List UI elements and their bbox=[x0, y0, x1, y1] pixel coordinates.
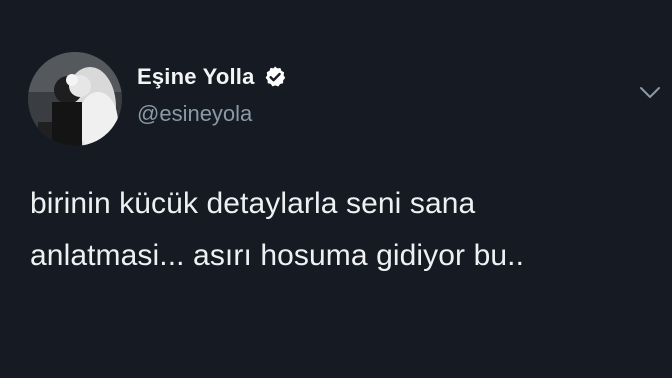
tweet-text-line: birinin kücük detaylarla seni sana bbox=[30, 187, 476, 220]
chevron-down-icon[interactable] bbox=[639, 86, 661, 100]
verified-badge-icon bbox=[263, 65, 287, 89]
avatar[interactable] bbox=[28, 52, 122, 146]
tweet-text: birinin kücük detaylarla seni sana anlat… bbox=[30, 178, 650, 282]
display-name[interactable]: Eşine Yolla bbox=[137, 64, 255, 90]
author-name-row: Eşine Yolla bbox=[137, 64, 287, 90]
avatar-photo bbox=[28, 52, 122, 146]
tweet-card: Eşine Yolla @esineyola birinin kücük det… bbox=[0, 0, 672, 378]
tweet-text-line: anlatmasi... asırı hosuma gidiyor bu.. bbox=[30, 239, 525, 272]
author-handle[interactable]: @esineyola bbox=[137, 101, 252, 127]
